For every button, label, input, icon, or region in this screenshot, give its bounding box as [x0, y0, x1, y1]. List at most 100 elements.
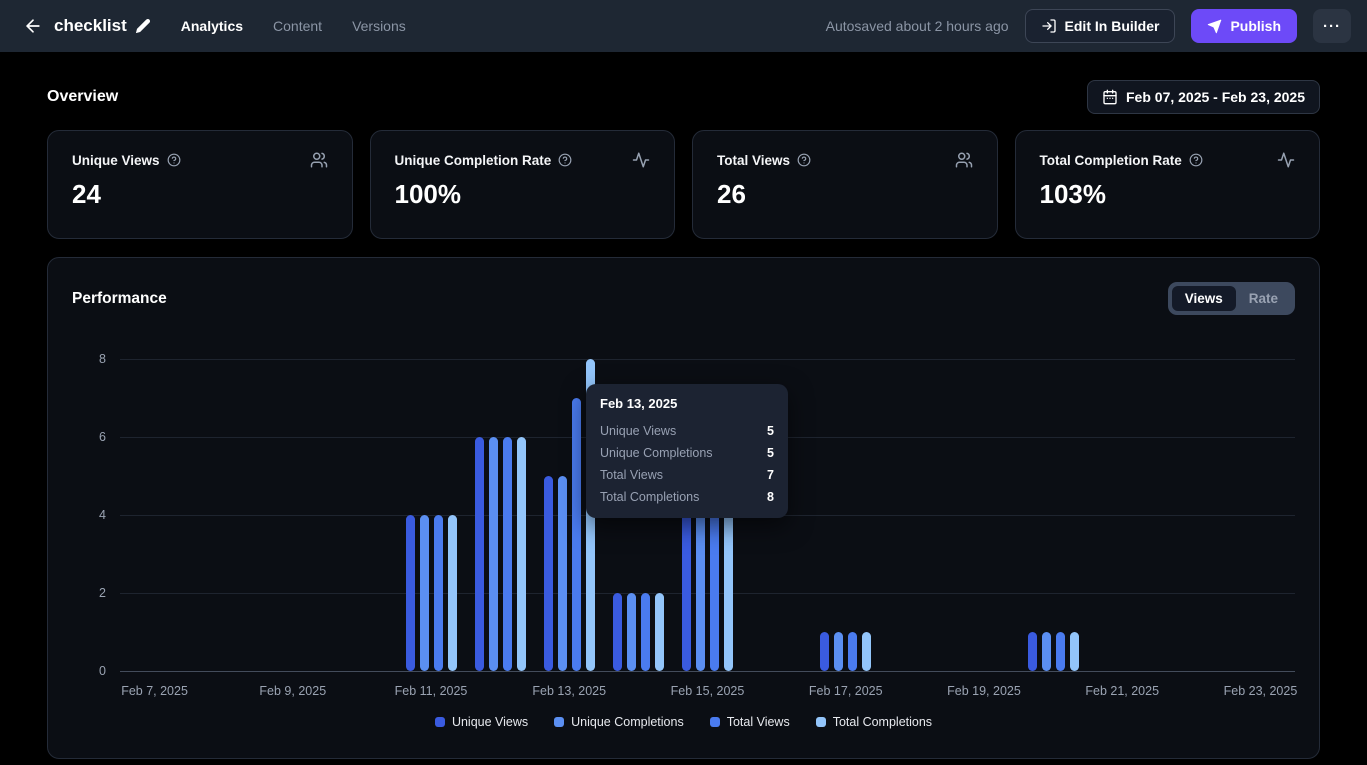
- users-icon: [955, 151, 973, 169]
- chart-legend: Unique Views Unique Completions Total View…: [72, 715, 1295, 729]
- chart-tooltip: Feb 13, 2025 Unique Views 5 Unique Compl…: [586, 384, 788, 518]
- top-bar: checklist Analytics Content Versions Aut…: [0, 0, 1367, 52]
- help-circle-icon[interactable]: [558, 153, 572, 167]
- stat-card-unique-completion-rate: Unique Completion Rate 100%: [370, 130, 676, 239]
- y-axis-tick-label: 0: [99, 664, 106, 678]
- stat-value: 100%: [395, 179, 651, 210]
- bar-total-views[interactable]: [572, 398, 581, 671]
- nav-tabs: Analytics Content Versions: [181, 18, 406, 34]
- tooltip-label: Unique Views: [600, 424, 676, 438]
- help-circle-icon[interactable]: [167, 153, 181, 167]
- tab-versions[interactable]: Versions: [352, 18, 406, 34]
- calendar-icon: [1102, 89, 1118, 105]
- bar-total-completions[interactable]: [517, 437, 526, 671]
- document-name: checklist: [54, 16, 127, 36]
- publish-button[interactable]: Publish: [1191, 9, 1297, 43]
- legend-label: Total Views: [727, 715, 790, 729]
- legend-item: Unique Completions: [554, 715, 684, 729]
- x-axis-tick-label: Feb 9, 2025: [259, 684, 326, 698]
- x-axis-tick-label: Feb 23, 2025: [1224, 684, 1298, 698]
- stat-card-total-completion-rate: Total Completion Rate 103%: [1015, 130, 1321, 239]
- bar-unique-completions[interactable]: [558, 476, 567, 671]
- tab-content[interactable]: Content: [273, 18, 322, 34]
- legend-label: Unique Completions: [571, 715, 684, 729]
- bar-total-completions[interactable]: [862, 632, 871, 671]
- legend-item: Total Completions: [816, 715, 932, 729]
- stat-value: 103%: [1040, 179, 1296, 210]
- more-options-button[interactable]: ···: [1313, 9, 1351, 43]
- bar-unique-completions[interactable]: [627, 593, 636, 671]
- x-axis-tick-label: Feb 11, 2025: [395, 684, 468, 698]
- tab-analytics[interactable]: Analytics: [181, 18, 243, 34]
- y-axis-tick-label: 6: [99, 430, 106, 444]
- legend-swatch-icon: [816, 717, 826, 727]
- bar-unique-completions[interactable]: [1042, 632, 1051, 671]
- page-title: Overview: [47, 88, 118, 106]
- edit-in-builder-label: Edit In Builder: [1065, 18, 1160, 34]
- help-circle-icon[interactable]: [1189, 153, 1203, 167]
- x-axis-tick-label: Feb 19, 2025: [947, 684, 1021, 698]
- autosave-status: Autosaved about 2 hours ago: [826, 18, 1009, 34]
- legend-item: Total Views: [710, 715, 790, 729]
- tooltip-value: 8: [767, 490, 774, 504]
- edit-in-builder-button[interactable]: Edit In Builder: [1025, 9, 1176, 43]
- legend-item: Unique Views: [435, 715, 528, 729]
- bar-total-views[interactable]: [641, 593, 650, 671]
- stat-card-total-views: Total Views 26: [692, 130, 998, 239]
- activity-icon: [632, 151, 650, 169]
- stat-label: Total Views: [717, 153, 790, 168]
- bar-total-views[interactable]: [434, 515, 443, 671]
- bar-unique-completions[interactable]: [489, 437, 498, 671]
- date-range-picker[interactable]: Feb 07, 2025 - Feb 23, 2025: [1087, 80, 1320, 114]
- y-axis-tick-label: 4: [99, 508, 106, 522]
- y-axis-tick-label: 8: [99, 352, 106, 366]
- chart-title: Performance: [72, 290, 167, 308]
- document-title: checklist: [54, 16, 151, 36]
- bar-unique-views[interactable]: [406, 515, 415, 671]
- bar-total-completions[interactable]: [1070, 632, 1079, 671]
- toggle-views[interactable]: Views: [1172, 286, 1236, 311]
- bar-unique-completions[interactable]: [834, 632, 843, 671]
- activity-icon: [1277, 151, 1295, 169]
- date-range-label: Feb 07, 2025 - Feb 23, 2025: [1126, 89, 1305, 105]
- back-button[interactable]: [16, 9, 50, 43]
- legend-label: Unique Views: [452, 715, 528, 729]
- bar-unique-views[interactable]: [1028, 632, 1037, 671]
- stat-label: Unique Completion Rate: [395, 153, 552, 168]
- bar-unique-completions[interactable]: [420, 515, 429, 671]
- plot-area: Feb 13, 2025 Unique Views 5 Unique Compl…: [120, 359, 1295, 671]
- x-axis-tick-label: Feb 17, 2025: [809, 684, 883, 698]
- stat-cards: Unique Views 24 Unique Completion Rate: [47, 130, 1320, 239]
- bar-total-views[interactable]: [1056, 632, 1065, 671]
- toggle-rate[interactable]: Rate: [1236, 286, 1291, 311]
- edit-pencil-icon[interactable]: [135, 18, 151, 34]
- bar-total-views[interactable]: [503, 437, 512, 671]
- stat-value: 26: [717, 179, 973, 210]
- arrow-left-icon: [23, 16, 43, 36]
- stat-label: Total Completion Rate: [1040, 153, 1182, 168]
- bar-total-completions[interactable]: [448, 515, 457, 671]
- x-axis: Feb 7, 2025 Feb 9, 2025 Feb 11, 2025 Feb 13…: [120, 684, 1295, 706]
- bar-unique-views[interactable]: [475, 437, 484, 671]
- tooltip-value: 5: [767, 446, 774, 460]
- bar-unique-views[interactable]: [820, 632, 829, 671]
- send-icon: [1207, 19, 1222, 34]
- users-icon: [310, 151, 328, 169]
- legend-label: Total Completions: [833, 715, 932, 729]
- legend-swatch-icon: [435, 717, 445, 727]
- bar-total-completions[interactable]: [655, 593, 664, 671]
- x-axis-line: [120, 671, 1295, 672]
- x-axis-tick-label: Feb 13, 2025: [532, 684, 606, 698]
- gridline: [120, 359, 1295, 360]
- bar-total-views[interactable]: [848, 632, 857, 671]
- x-axis-tick-label: Feb 7, 2025: [121, 684, 188, 698]
- y-axis: 02468: [72, 359, 120, 671]
- ellipsis-icon: ···: [1323, 18, 1341, 35]
- help-circle-icon[interactable]: [797, 153, 811, 167]
- stat-card-unique-views: Unique Views 24: [47, 130, 353, 239]
- legend-swatch-icon: [710, 717, 720, 727]
- publish-label: Publish: [1230, 18, 1281, 34]
- bar-unique-views[interactable]: [544, 476, 553, 671]
- x-axis-tick-label: Feb 15, 2025: [671, 684, 745, 698]
- bar-unique-views[interactable]: [613, 593, 622, 671]
